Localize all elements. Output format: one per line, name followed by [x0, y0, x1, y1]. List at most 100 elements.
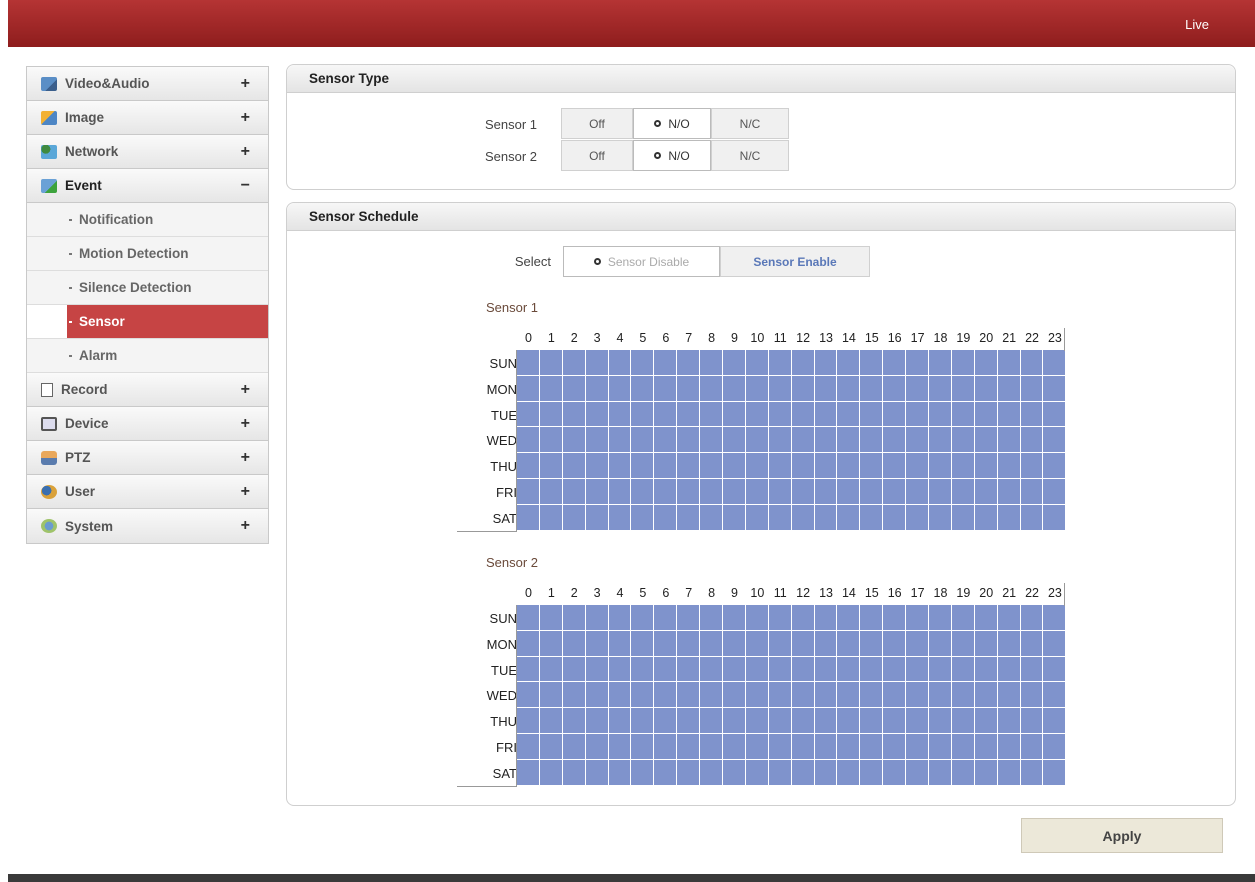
- schedule-cell[interactable]: [654, 350, 678, 376]
- schedule-cell[interactable]: [1020, 733, 1044, 760]
- sidebar-item-user[interactable]: User +: [27, 475, 268, 509]
- schedule-cell[interactable]: [883, 682, 907, 709]
- schedule-cell[interactable]: [1043, 759, 1067, 786]
- schedule-cell[interactable]: [539, 453, 563, 479]
- schedule-cell[interactable]: [791, 682, 815, 709]
- schedule-cell[interactable]: [700, 401, 724, 428]
- schedule-cell[interactable]: [745, 478, 769, 505]
- schedule-cell[interactable]: [585, 504, 609, 531]
- schedule-cell[interactable]: [654, 375, 678, 402]
- schedule-cell[interactable]: [585, 401, 609, 428]
- schedule-cell[interactable]: [768, 427, 792, 454]
- schedule-cell[interactable]: [585, 350, 609, 376]
- schedule-cell[interactable]: [791, 504, 815, 531]
- schedule-cell[interactable]: [768, 504, 792, 531]
- schedule-cell[interactable]: [608, 656, 632, 683]
- schedule-cell[interactable]: [951, 682, 975, 709]
- schedule-cell[interactable]: [951, 605, 975, 631]
- schedule-cell[interactable]: [791, 401, 815, 428]
- schedule-cell[interactable]: [791, 375, 815, 402]
- schedule-cell[interactable]: [562, 656, 586, 683]
- schedule-cell[interactable]: [837, 656, 861, 683]
- schedule-cell[interactable]: [631, 350, 655, 376]
- schedule-cell[interactable]: [1020, 453, 1044, 479]
- schedule-cell[interactable]: [791, 708, 815, 734]
- schedule-cell[interactable]: [585, 759, 609, 786]
- schedule-cell[interactable]: [585, 453, 609, 479]
- schedule-cell[interactable]: [791, 656, 815, 683]
- schedule-cell[interactable]: [745, 350, 769, 376]
- schedule-cell[interactable]: [539, 708, 563, 734]
- schedule-cell[interactable]: [860, 605, 884, 631]
- schedule-cell[interactable]: [631, 605, 655, 631]
- sensor-1-nc-option[interactable]: N/C: [711, 108, 789, 139]
- schedule-cell[interactable]: [654, 759, 678, 786]
- schedule-cell[interactable]: [654, 733, 678, 760]
- schedule-cell[interactable]: [814, 630, 838, 657]
- schedule-cell[interactable]: [654, 630, 678, 657]
- schedule-cell[interactable]: [929, 375, 952, 402]
- schedule-cell[interactable]: [883, 504, 907, 531]
- schedule-cell[interactable]: [906, 350, 930, 376]
- schedule-cell[interactable]: [837, 504, 861, 531]
- sensor-disable-option[interactable]: Sensor Disable: [563, 246, 720, 277]
- sidebar-item-record[interactable]: Record +: [27, 373, 268, 407]
- schedule-cell[interactable]: [1043, 453, 1067, 479]
- schedule-cell[interactable]: [517, 350, 540, 376]
- schedule-cell[interactable]: [745, 504, 769, 531]
- schedule-cell[interactable]: [860, 656, 884, 683]
- schedule-cell[interactable]: [608, 375, 632, 402]
- schedule-cell[interactable]: [631, 478, 655, 505]
- schedule-cell[interactable]: [723, 656, 746, 683]
- schedule-cell[interactable]: [860, 401, 884, 428]
- schedule-cell[interactable]: [677, 401, 701, 428]
- sidebar-subitem-alarm[interactable]: Alarm: [27, 339, 268, 373]
- schedule-cell[interactable]: [585, 427, 609, 454]
- schedule-grid-sensor-1[interactable]: [516, 350, 1067, 531]
- schedule-cell[interactable]: [929, 478, 952, 505]
- schedule-cell[interactable]: [562, 504, 586, 531]
- schedule-cell[interactable]: [517, 401, 540, 428]
- schedule-cell[interactable]: [837, 478, 861, 505]
- schedule-cell[interactable]: [700, 656, 724, 683]
- schedule-cell[interactable]: [883, 630, 907, 657]
- schedule-cell[interactable]: [562, 682, 586, 709]
- schedule-cell[interactable]: [723, 733, 746, 760]
- schedule-cell[interactable]: [929, 733, 952, 760]
- schedule-cell[interactable]: [951, 708, 975, 734]
- schedule-cell[interactable]: [768, 453, 792, 479]
- schedule-cell[interactable]: [860, 375, 884, 402]
- schedule-cell[interactable]: [539, 656, 563, 683]
- schedule-cell[interactable]: [677, 375, 701, 402]
- sensor-2-off-option[interactable]: Off: [561, 140, 633, 171]
- schedule-cell[interactable]: [654, 656, 678, 683]
- schedule-cell[interactable]: [700, 350, 724, 376]
- schedule-cell[interactable]: [951, 453, 975, 479]
- schedule-cell[interactable]: [1043, 682, 1067, 709]
- schedule-cell[interactable]: [631, 401, 655, 428]
- schedule-cell[interactable]: [539, 401, 563, 428]
- schedule-cell[interactable]: [745, 759, 769, 786]
- schedule-cell[interactable]: [1043, 630, 1067, 657]
- schedule-cell[interactable]: [814, 759, 838, 786]
- schedule-cell[interactable]: [906, 401, 930, 428]
- schedule-cell[interactable]: [608, 401, 632, 428]
- schedule-cell[interactable]: [585, 733, 609, 760]
- schedule-cell[interactable]: [906, 759, 930, 786]
- schedule-cell[interactable]: [791, 605, 815, 631]
- schedule-cell[interactable]: [906, 656, 930, 683]
- schedule-cell[interactable]: [1043, 401, 1067, 428]
- schedule-cell[interactable]: [951, 733, 975, 760]
- sidebar-item-system[interactable]: System +: [27, 509, 268, 543]
- schedule-cell[interactable]: [723, 350, 746, 376]
- schedule-cell[interactable]: [837, 605, 861, 631]
- schedule-cell[interactable]: [562, 733, 586, 760]
- schedule-cell[interactable]: [677, 656, 701, 683]
- schedule-cell[interactable]: [608, 427, 632, 454]
- schedule-cell[interactable]: [700, 478, 724, 505]
- schedule-cell[interactable]: [860, 759, 884, 786]
- schedule-cell[interactable]: [1020, 375, 1044, 402]
- sidebar-item-event[interactable]: Event −: [27, 169, 268, 203]
- schedule-cell[interactable]: [883, 350, 907, 376]
- schedule-cell[interactable]: [539, 375, 563, 402]
